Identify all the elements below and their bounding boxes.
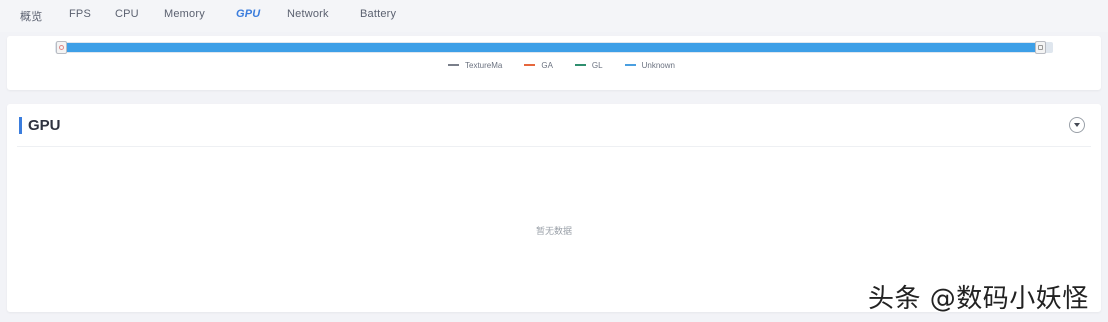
empty-state-message: 暂无数据 bbox=[535, 226, 572, 236]
legend-item-texturema[interactable]: TextureMa bbox=[448, 61, 502, 70]
legend-label: GA bbox=[541, 60, 553, 70]
grip-icon bbox=[1038, 45, 1043, 50]
legend-line-icon bbox=[524, 64, 536, 66]
tab-overview[interactable]: 概览 bbox=[20, 8, 42, 24]
legend-line-icon bbox=[448, 64, 459, 66]
watermark: 头条 @数码小妖怪 bbox=[868, 284, 1089, 314]
chart-legend: TextureMa GA GL Unknown bbox=[448, 59, 697, 71]
legend-label: Unknown bbox=[641, 60, 675, 70]
tab-gpu[interactable]: GPU bbox=[236, 8, 260, 20]
gpu-section-title: GPU bbox=[28, 117, 61, 134]
range-slider-start-handle[interactable] bbox=[56, 41, 67, 54]
page: 概览 FPS CPU Memory GPU Network Battery Te… bbox=[0, 0, 1108, 322]
tab-fps[interactable]: FPS bbox=[69, 8, 91, 20]
legend-label: GL bbox=[591, 60, 603, 70]
tab-memory[interactable]: Memory bbox=[164, 8, 205, 20]
legend-line-icon bbox=[624, 64, 636, 66]
section-accent-bar bbox=[19, 117, 22, 134]
collapse-button[interactable] bbox=[1069, 117, 1085, 133]
legend-label: TextureMa bbox=[465, 60, 503, 70]
section-divider bbox=[17, 146, 1091, 147]
legend-item-ga[interactable]: GA bbox=[524, 61, 553, 70]
tab-cpu[interactable]: CPU bbox=[115, 8, 139, 20]
tab-battery[interactable]: Battery bbox=[360, 8, 396, 20]
range-slider-fill bbox=[62, 43, 1046, 52]
chevron-down-icon bbox=[1074, 123, 1080, 127]
range-slider-end-handle[interactable] bbox=[1035, 41, 1046, 54]
legend-item-gl[interactable]: GL bbox=[574, 60, 603, 70]
tab-bar: 概览 FPS CPU Memory GPU Network Battery bbox=[0, 0, 1108, 32]
grip-icon bbox=[59, 45, 64, 50]
legend-line-icon bbox=[574, 64, 586, 66]
legend-item-unknown[interactable]: Unknown bbox=[624, 60, 675, 70]
tab-network[interactable]: Network bbox=[287, 8, 329, 20]
